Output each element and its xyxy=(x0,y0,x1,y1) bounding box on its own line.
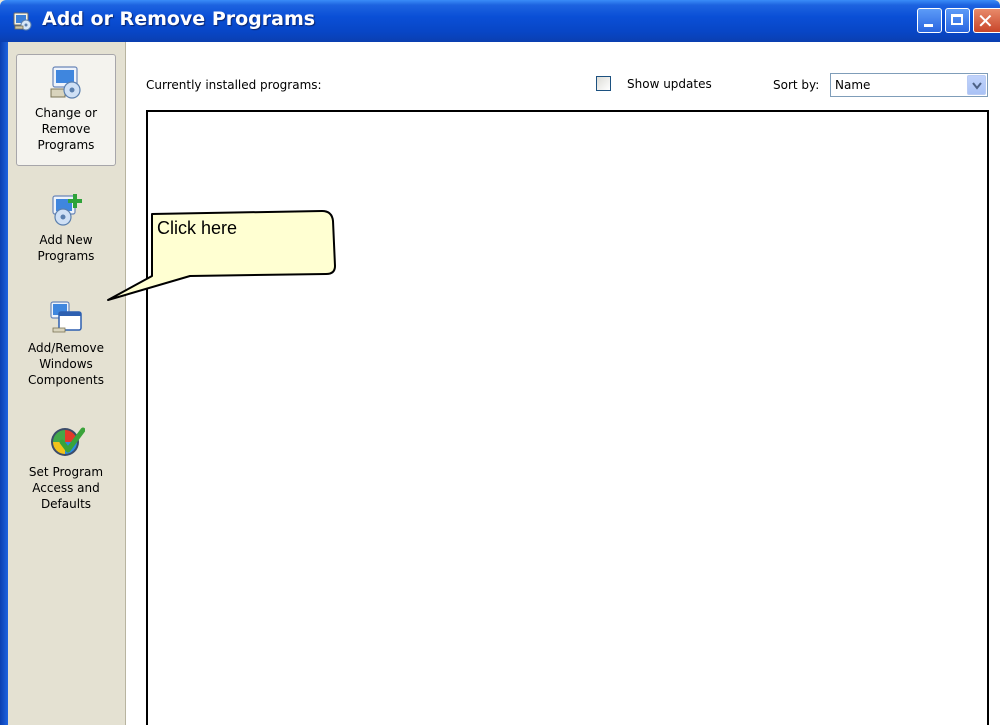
change-remove-programs-icon xyxy=(50,66,81,99)
add-remove-programs-window: Add or Remove Programs ✕ Change or Remov… xyxy=(0,0,1000,725)
callout-text: Click here xyxy=(157,218,238,238)
installed-programs-list[interactable] xyxy=(146,110,989,725)
sort-by-value: Name xyxy=(835,78,871,92)
minimize-icon xyxy=(924,24,933,27)
sidebar-item-label: Add/Remove Windows Components xyxy=(28,341,104,387)
sidebar-item-label: Set Program Access and Defaults xyxy=(28,465,104,511)
maximize-button[interactable] xyxy=(945,8,970,33)
installed-programs-label: Currently installed programs: xyxy=(146,78,322,92)
main-panel: Currently installed programs: Show updat… xyxy=(126,42,1000,725)
sort-by-select[interactable]: Name xyxy=(830,73,988,97)
add-new-programs-icon xyxy=(52,194,82,226)
maximize-icon xyxy=(951,14,963,25)
show-updates-checkbox[interactable] xyxy=(596,76,611,91)
show-updates-label: Show updates xyxy=(627,76,712,91)
close-button[interactable]: ✕ xyxy=(973,8,1000,33)
sidebar-item-change-remove-programs[interactable]: Change or Remove Programs xyxy=(16,54,116,166)
dropdown-arrow-button[interactable] xyxy=(967,75,986,95)
window-title: Add or Remove Programs xyxy=(42,8,316,30)
sidebar: Change or Remove Programs Add New Progra… xyxy=(8,42,126,725)
sort-by-label: Sort by: xyxy=(773,78,820,92)
sidebar-item-add-new-programs[interactable]: Add New Programs xyxy=(16,190,116,280)
minimize-button[interactable] xyxy=(917,8,942,33)
sidebar-item-label: Change or Remove Programs xyxy=(34,106,98,152)
add-remove-programs-icon xyxy=(13,12,32,31)
close-icon: ✕ xyxy=(977,9,994,33)
chevron-down-icon xyxy=(972,82,982,90)
sidebar-item-program-access-defaults[interactable]: Set Program Access and Defaults xyxy=(16,422,116,534)
show-updates-toggle[interactable]: Show updates xyxy=(596,76,712,91)
title-bar[interactable]: Add or Remove Programs ✕ xyxy=(0,0,1000,42)
window-frame-left xyxy=(0,42,8,725)
sidebar-item-windows-components[interactable]: Add/Remove Windows Components xyxy=(16,298,116,410)
sidebar-item-label: Add New Programs xyxy=(37,233,95,263)
windows-components-icon xyxy=(50,301,82,333)
program-access-defaults-icon xyxy=(51,427,85,456)
